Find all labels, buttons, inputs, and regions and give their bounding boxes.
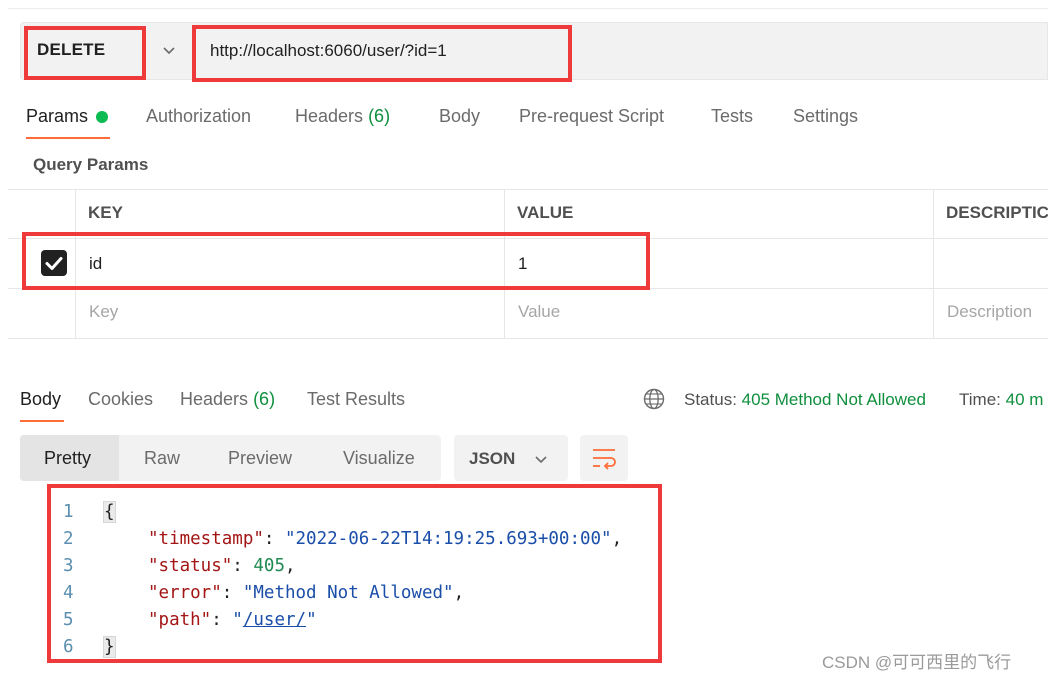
query-params-title: Query Params [33, 155, 149, 174]
wrap-lines-icon [593, 449, 616, 470]
view-mode-visualize[interactable]: Visualize [343, 448, 415, 469]
params-active-dot [96, 111, 108, 123]
tab-params[interactable]: Params [26, 106, 88, 127]
tab-settings[interactable]: Settings [793, 106, 858, 127]
tab-authorization[interactable]: Authorization [146, 106, 251, 127]
response-body-highlight [47, 484, 662, 663]
new-value-input[interactable]: Value [518, 302, 560, 322]
view-mode-preview[interactable]: Preview [228, 448, 292, 469]
tab-body[interactable]: Body [439, 106, 480, 127]
view-mode-pretty[interactable]: Pretty [44, 448, 91, 469]
time-label: Time: [959, 390, 1001, 409]
column-header-value: VALUE [517, 203, 574, 222]
table-col-divider [933, 189, 934, 338]
response-status: Status: 405 Method Not Allowed [684, 390, 926, 410]
table-border-top [8, 189, 1048, 190]
watermark: CSDN @可可西里的飞行 [822, 653, 1012, 672]
response-tab-headers-label: Headers [180, 389, 249, 409]
new-description-input[interactable]: Description [947, 302, 1032, 322]
param-row-highlight [22, 232, 650, 290]
table-border-bottom [8, 338, 1048, 339]
response-tab-body[interactable]: Body [20, 389, 61, 410]
method-highlight [24, 26, 146, 80]
response-tab-cookies[interactable]: Cookies [88, 389, 153, 410]
column-header-description: DESCRIPTIC [946, 203, 1048, 222]
chevron-down-icon[interactable] [161, 42, 177, 58]
format-label: JSON [469, 449, 516, 468]
chevron-down-icon [535, 456, 547, 464]
response-tab-headers[interactable]: Headers (6) [180, 389, 275, 410]
view-mode-raw[interactable]: Raw [144, 448, 180, 469]
tab-headers[interactable]: Headers (6) [295, 106, 390, 127]
top-divider [8, 8, 1048, 9]
tab-tests[interactable]: Tests [711, 106, 753, 127]
column-header-key: KEY [88, 203, 123, 222]
wrap-lines-button[interactable] [580, 435, 628, 481]
active-tab-underline [26, 137, 110, 139]
status-value: 405 Method Not Allowed [741, 390, 926, 409]
status-label: Status: [684, 390, 737, 409]
response-active-tab-underline [20, 420, 64, 422]
tab-pre-request-script[interactable]: Pre-request Script [519, 106, 664, 127]
response-time: Time: 40 m [959, 390, 1043, 410]
tab-headers-label: Headers [295, 106, 364, 126]
globe-icon[interactable] [643, 388, 665, 410]
url-highlight [192, 25, 572, 82]
new-key-input[interactable]: Key [89, 302, 118, 322]
tab-headers-count: (6) [368, 106, 391, 126]
response-tab-headers-count: (6) [253, 389, 276, 409]
time-value: 40 m [1005, 390, 1044, 409]
response-tab-test-results[interactable]: Test Results [307, 389, 405, 410]
